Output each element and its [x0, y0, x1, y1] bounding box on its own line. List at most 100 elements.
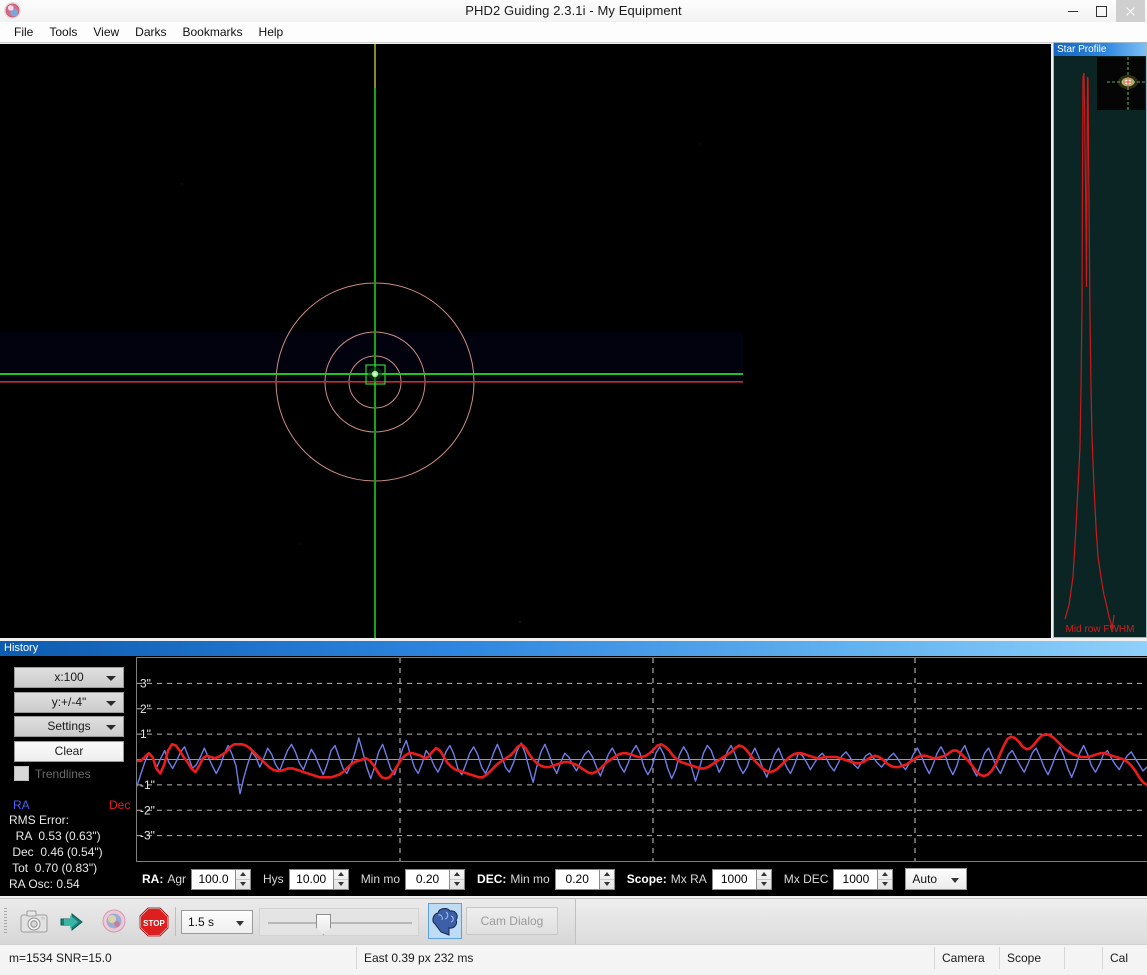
scope-group-label: Scope: [626, 872, 667, 886]
maximize-button[interactable] [1087, 0, 1116, 22]
rms-title: RMS Error: [9, 813, 69, 827]
y-scale-label: y:+/-4" [51, 695, 87, 709]
loop-exposure-icon[interactable] [58, 906, 90, 937]
minimize-icon [1067, 10, 1078, 12]
chevron-down-icon [236, 921, 244, 926]
main-toolbar: STOP [0, 898, 1147, 944]
max-ra-arrows[interactable] [755, 868, 772, 890]
hysteresis-stepper[interactable] [288, 868, 349, 890]
menu-item-darks[interactable]: Darks [127, 23, 174, 41]
phd2-window: PHD2 Guiding 2.3.1i - My Equipment File … [0, 0, 1147, 975]
ra-min-move-stepper[interactable] [405, 868, 466, 890]
brain-icon [432, 908, 458, 936]
dec-guide-mode-dropdown[interactable]: Auto [905, 868, 968, 890]
star-profile-panel: Star Profile Mid row FWHM [1053, 42, 1147, 638]
ra-min-move-label: Min mo [360, 872, 401, 886]
exposure-time-value: 1.5 s [188, 915, 215, 929]
clear-label: Clear [54, 744, 84, 758]
rms-error-block: RMS Error: RA 0.53 (0.63") Dec 0.46 (0.5… [9, 812, 103, 892]
rms-ra: RA 0.53 (0.63") [9, 829, 101, 843]
ra-min-move-arrows[interactable] [449, 868, 466, 890]
dec-min-move-stepper[interactable] [554, 868, 615, 890]
status-cell-scope: Scope [1000, 947, 1065, 969]
chevron-down-icon [106, 725, 116, 730]
dec-min-move-arrows[interactable] [598, 868, 615, 890]
title-bar: PHD2 Guiding 2.3.1i - My Equipment [0, 0, 1147, 23]
menu-item-bookmarks[interactable]: Bookmarks [175, 23, 251, 41]
gamma-slider[interactable] [259, 908, 419, 936]
close-button[interactable] [1116, 0, 1145, 22]
guide-image-canvas [0, 44, 1051, 638]
menu-item-view[interactable]: View [85, 23, 127, 41]
guide-star-icon[interactable] [98, 906, 130, 937]
star-thumbnail-image [1097, 57, 1145, 110]
close-icon [1125, 6, 1136, 17]
dec-guide-mode-value: Auto [912, 872, 938, 886]
dec-group-label: DEC: [477, 872, 507, 886]
max-ra-stepper[interactable] [711, 868, 772, 890]
status-cell-guide: East 0.39 px 232 ms [357, 947, 935, 969]
max-dec-stepper[interactable] [833, 868, 894, 890]
ra-aggressiveness-stepper[interactable] [191, 868, 252, 890]
guiding-graph[interactable]: 3" 2" 1" -1" -2" -3" [136, 657, 1147, 862]
menu-item-help[interactable]: Help [251, 23, 292, 41]
hysteresis-input[interactable] [288, 868, 333, 890]
exposure-time-dropdown[interactable]: 1.5 s [181, 910, 253, 934]
star-profile-title: Star Profile [1054, 43, 1146, 56]
status-cell-aux [1065, 947, 1103, 969]
clear-button[interactable]: Clear [14, 741, 124, 762]
menu-item-tools[interactable]: Tools [41, 23, 85, 41]
brain-button[interactable] [428, 903, 462, 939]
gamma-slider-track [268, 922, 412, 924]
guide-image-view[interactable] [0, 44, 1051, 638]
trendlines-checkbox[interactable] [14, 766, 29, 781]
y-scale-dropdown[interactable]: y:+/-4" [14, 692, 124, 713]
status-bar: m=1534 SNR=15.0 East 0.39 px 232 ms Came… [0, 944, 1147, 975]
star-thumbnail [1097, 57, 1145, 110]
svg-text:-1": -1" [140, 778, 155, 792]
star-profile-graph [1055, 57, 1145, 636]
ra-osc: RA Osc: 0.54 [9, 877, 80, 891]
svg-text:STOP: STOP [143, 919, 165, 928]
trendlines-checkbox-row[interactable]: Trendlines [14, 766, 91, 781]
window-buttons [1058, 0, 1145, 22]
status-cell-star: m=1534 SNR=15.0 [2, 947, 357, 969]
svg-text:-2": -2" [140, 803, 155, 817]
max-ra-input[interactable] [711, 868, 756, 890]
max-dec-arrows[interactable] [877, 868, 894, 890]
svg-text:3": 3" [140, 676, 151, 690]
toolbar-grip[interactable] [4, 908, 7, 935]
x-scale-dropdown[interactable]: x:100 [14, 667, 124, 688]
svg-text:1": 1" [140, 727, 151, 741]
dec-min-move-input[interactable] [554, 868, 599, 890]
rms-tot: Tot 0.70 (0.83") [9, 861, 98, 875]
svg-text:-3": -3" [140, 829, 155, 843]
window-title: PHD2 Guiding 2.3.1i - My Equipment [465, 3, 682, 18]
stop-icon[interactable]: STOP [138, 906, 170, 937]
maximize-icon [1096, 5, 1107, 17]
cam-dialog-button[interactable]: Cam Dialog [466, 907, 558, 935]
max-dec-input[interactable] [833, 868, 878, 890]
settings-dropdown[interactable]: Settings [14, 716, 124, 737]
max-ra-label: Mx RA [670, 872, 707, 886]
legend-ra: RA [13, 798, 30, 812]
menu-bar: File Tools View Darks Bookmarks Help [0, 22, 1147, 43]
ra-min-move-input[interactable] [405, 868, 450, 890]
status-cell-cal: Cal [1110, 951, 1129, 965]
ra-group-label: RA: [142, 872, 164, 886]
hysteresis-arrows[interactable] [332, 868, 349, 890]
ra-aggressiveness-input[interactable] [191, 868, 236, 890]
chevron-down-icon [106, 676, 116, 681]
menu-item-file[interactable]: File [6, 23, 41, 41]
max-dec-label: Mx DEC [783, 872, 829, 886]
gamma-slider-thumb[interactable] [316, 914, 331, 935]
minimize-button[interactable] [1058, 0, 1087, 22]
camera-icon[interactable] [18, 906, 50, 937]
guiding-graph-canvas: 3" 2" 1" -1" -2" -3" [137, 658, 1147, 861]
star-profile-footer-label: Mid row FWHM [1065, 624, 1135, 635]
parameter-bar: RA: Agr Hys Min mo DEC: Min mo Scope: Mx… [136, 862, 1147, 896]
settings-label: Settings [47, 719, 91, 733]
dec-min-move-label: Min mo [510, 872, 550, 886]
x-scale-label: x:100 [54, 670, 84, 684]
ra-aggressiveness-arrows[interactable] [235, 868, 252, 890]
